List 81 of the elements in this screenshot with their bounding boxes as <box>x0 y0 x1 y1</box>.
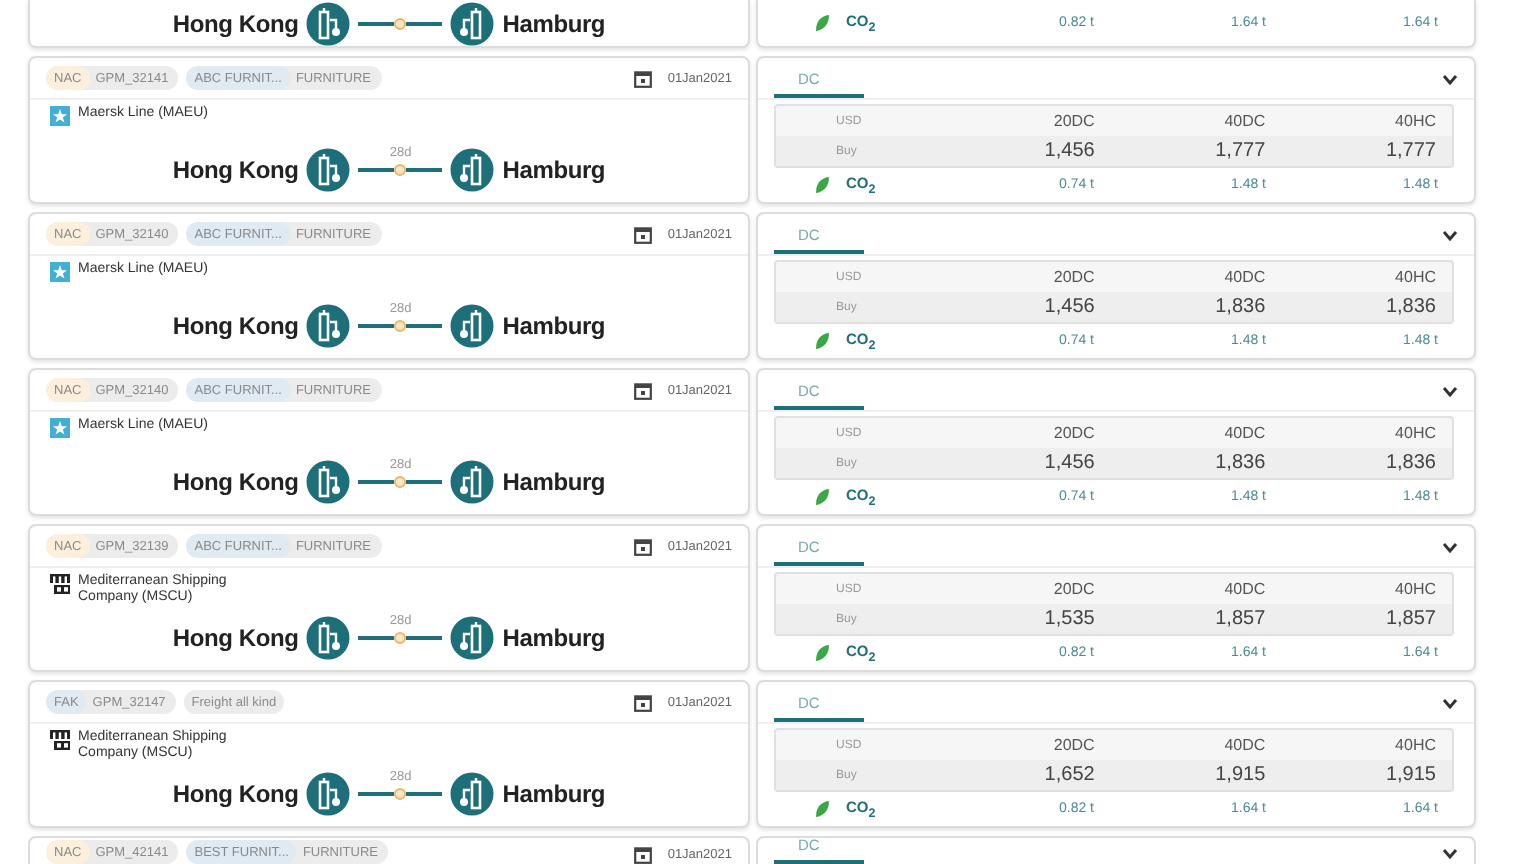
destination-port: Hamburg <box>502 312 606 340</box>
chevron-down-icon[interactable] <box>1442 698 1458 710</box>
price-cell: 1,915 <box>1110 760 1282 790</box>
origin-port: Hong Kong <box>172 468 299 496</box>
price-cell: 1,836 <box>1110 292 1282 322</box>
price-cell: 1,652 <box>940 760 1111 790</box>
origin-port: Hong Kong <box>172 780 299 808</box>
transit-dot <box>394 164 407 176</box>
port-icon <box>450 148 495 192</box>
calendar-icon <box>633 693 652 711</box>
origin-port: Hong Kong <box>172 624 299 652</box>
price-cell: 1,456 <box>940 292 1111 322</box>
port-icon <box>306 304 351 348</box>
port-icon <box>450 772 495 816</box>
chevron-down-icon[interactable] <box>1442 230 1458 242</box>
destination-port: Hamburg <box>502 780 606 808</box>
transit-dot <box>394 632 407 644</box>
leaf-icon <box>814 176 830 194</box>
port-icon <box>306 148 351 192</box>
chevron-down-icon[interactable] <box>1442 542 1458 554</box>
column-header: 40DC <box>1222 734 1268 758</box>
leaf-icon <box>814 644 830 662</box>
chevron-down-icon[interactable] <box>1442 74 1458 86</box>
price-cell: 1,857 <box>1281 604 1452 634</box>
price-cell: 1,535 <box>940 604 1111 634</box>
leaf-icon <box>814 14 830 32</box>
column-header: 40DC <box>1222 422 1268 446</box>
star-logo-icon <box>50 106 70 126</box>
price-cell: 1,836 <box>1281 448 1452 478</box>
column-header: 40HC <box>1393 110 1438 134</box>
column-header: 20DC <box>1051 266 1097 290</box>
price-cell: 1,836 <box>1110 448 1282 478</box>
chevron-down-icon[interactable] <box>1442 847 1458 859</box>
price-cell: 1,777 <box>1110 136 1282 166</box>
leaf-icon <box>814 800 830 818</box>
destination-port: Hamburg <box>502 624 606 652</box>
port-icon <box>306 772 351 816</box>
price-cell: 1,836 <box>1281 292 1452 322</box>
transit-dot <box>394 18 407 30</box>
calendar-icon <box>633 846 652 864</box>
price-cell: 1,915 <box>1281 760 1452 790</box>
chevron-down-icon[interactable] <box>1442 386 1458 398</box>
carrier-logo-icon <box>50 730 70 750</box>
leaf-icon <box>814 488 830 506</box>
price-cell: 1,777 <box>1281 136 1452 166</box>
origin-port: Hong Kong <box>172 10 299 38</box>
calendar-icon <box>633 225 652 243</box>
column-header: 40HC <box>1393 266 1438 290</box>
destination-port: Hamburg <box>502 10 606 38</box>
column-header: 20DC <box>1051 110 1097 134</box>
column-header: 40HC <box>1393 578 1438 602</box>
column-header: 20DC <box>1051 422 1097 446</box>
calendar-icon <box>633 537 652 555</box>
price-cell: 1,456 <box>940 136 1111 166</box>
origin-port: Hong Kong <box>172 156 299 184</box>
column-header: 40DC <box>1222 110 1268 134</box>
port-icon <box>450 460 495 504</box>
carrier-logo-icon <box>50 574 70 594</box>
column-header: 40HC <box>1393 422 1438 446</box>
port-icon <box>450 304 495 348</box>
column-header: 40HC <box>1393 734 1438 758</box>
price-cell: 1,456 <box>940 448 1111 478</box>
destination-port: Hamburg <box>502 468 606 496</box>
destination-port: Hamburg <box>502 156 606 184</box>
price-cell: 1,857 <box>1110 604 1282 634</box>
transit-dot <box>394 476 407 488</box>
port-icon <box>306 460 351 504</box>
star-logo-icon <box>50 262 70 282</box>
column-header: 20DC <box>1051 578 1097 602</box>
transit-dot <box>394 788 407 800</box>
leaf-icon <box>814 332 830 350</box>
origin-port: Hong Kong <box>172 312 299 340</box>
column-header: 40DC <box>1222 266 1268 290</box>
port-icon <box>450 616 495 660</box>
column-header: 40DC <box>1222 578 1268 602</box>
calendar-icon <box>633 69 652 87</box>
transit-dot <box>394 320 407 332</box>
port-icon <box>306 616 351 660</box>
column-header: 20DC <box>1051 734 1097 758</box>
calendar-icon <box>633 381 652 399</box>
star-logo-icon <box>50 418 70 438</box>
